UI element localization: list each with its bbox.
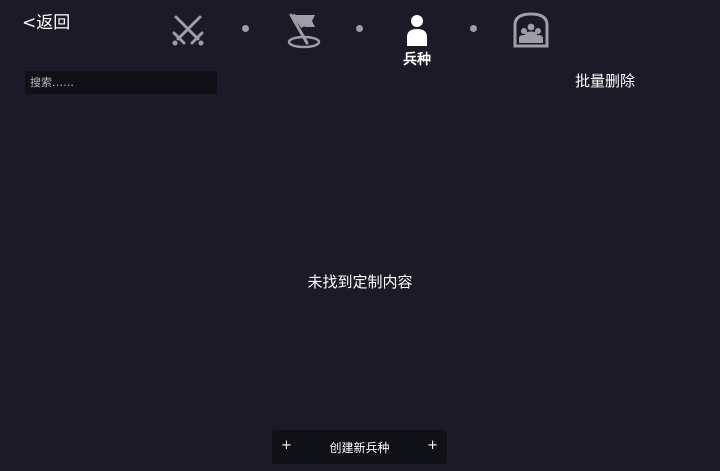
batch-delete-button[interactable]: 批量删除 [560,70,650,91]
flag-icon [287,13,321,49]
person-icon [407,15,427,46]
create-troop-label: 创建新兵种 [329,441,390,455]
tab-troops[interactable] [397,10,437,50]
tab-army[interactable] [511,10,551,50]
tab-separator-dot [356,25,363,32]
back-button[interactable]: <返回 [22,12,70,34]
tab-separator-dot [242,25,249,32]
empty-state-message: 未找到定制内容 [307,273,413,291]
group-icon [513,12,549,48]
tab-faction[interactable] [283,10,323,50]
tab-troops-label: 兵种 [403,52,431,68]
search-input[interactable] [25,71,217,94]
crossed-swords-icon [172,15,204,46]
tab-battle[interactable] [168,10,208,50]
tab-separator-dot [470,25,477,32]
custom-troops-screen: <返回 兵种 搜索…… 批量删除 未找到定制内容 + 创建新兵种 + [0,0,720,471]
plus-icon: + [427,438,438,453]
create-troop-button[interactable]: + 创建新兵种 + [272,430,447,464]
